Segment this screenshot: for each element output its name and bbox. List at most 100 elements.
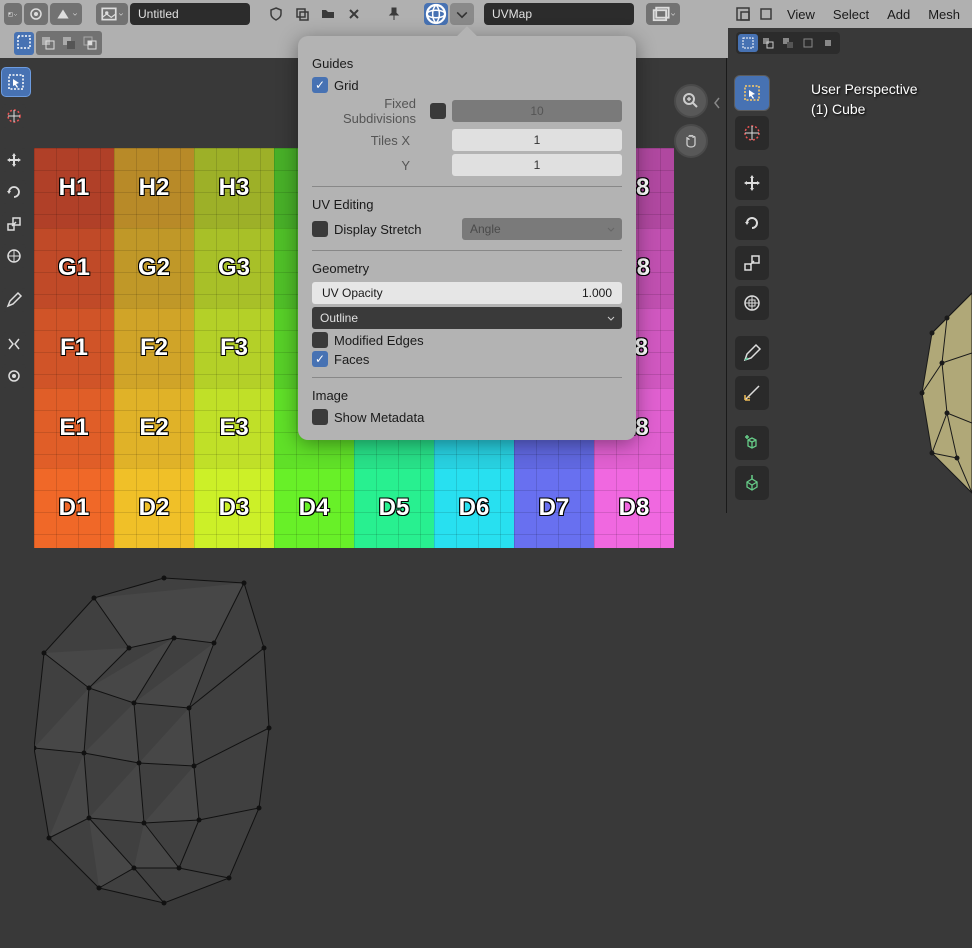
fixed-subdiv-field[interactable]: 10 (452, 100, 622, 122)
tiles-y-field[interactable]: 1 (452, 154, 622, 176)
menu-select[interactable]: Select (825, 7, 877, 22)
tiles-x-label: Tiles X (326, 133, 418, 148)
display-stretch-mode-dropdown[interactable]: Angle (462, 218, 622, 240)
viewport-toolbar (735, 76, 769, 500)
viewport-header: View Select Add Mesh (728, 0, 972, 28)
image-section-title: Image (312, 388, 622, 403)
show-metadata-checkbox[interactable] (312, 409, 328, 425)
select-mode-extend-icon[interactable] (38, 33, 58, 53)
select-mode-alt2-icon[interactable] (778, 34, 798, 52)
uv-cell: G3 (194, 228, 274, 308)
vp-annotate-tool[interactable] (735, 336, 769, 370)
vp-measure-tool[interactable] (735, 376, 769, 410)
image-name-input[interactable]: Untitled (130, 3, 250, 25)
uv-cell: D7 (514, 468, 594, 548)
uv-cell: E2 (114, 388, 194, 468)
rotate-tool[interactable] (2, 180, 26, 204)
uv-opacity-value: 1.000 (582, 286, 612, 300)
uv-cell: F2 (114, 308, 194, 388)
select-mode-intersect-icon[interactable] (80, 33, 100, 53)
display-channels-dropdown[interactable] (450, 3, 474, 25)
panel-chevron-icon[interactable] (712, 88, 722, 118)
vp-scale-tool[interactable] (735, 246, 769, 280)
folder-open-icon[interactable] (316, 3, 340, 25)
outline-dropdown[interactable]: Outline (312, 307, 622, 329)
select-mode-new[interactable] (14, 32, 34, 55)
fixed-subdiv-label: Fixed Subdivisions (326, 96, 424, 126)
sphere-display-icon[interactable] (424, 3, 448, 25)
image-name-text: Untitled (138, 7, 179, 21)
duplicate-icon[interactable] (290, 3, 314, 25)
overlays-popover: Guides ✓ Grid Fixed Subdivisions 10 Tile… (298, 36, 636, 440)
overlays-popover-button[interactable] (646, 3, 680, 25)
zoom-button[interactable] (674, 84, 708, 118)
uv-cell: F1 (34, 308, 114, 388)
uv-cell: D1 (34, 468, 114, 548)
uv-toolbar (2, 68, 30, 388)
menu-view[interactable]: View (779, 7, 823, 22)
uv-cell: D8 (594, 468, 674, 548)
rip-tool[interactable] (2, 332, 26, 356)
uv-opacity-field[interactable]: UV Opacity 1.000 (312, 282, 622, 304)
viewport-editor-icon[interactable] (732, 3, 753, 25)
display-stretch-checkbox[interactable] (312, 221, 328, 237)
uv-cell: H1 (34, 148, 114, 228)
scale-tool[interactable] (2, 212, 26, 236)
faces-checkbox[interactable]: ✓ (312, 351, 328, 367)
shield-icon[interactable] (264, 3, 288, 25)
vp-move-tool[interactable] (735, 166, 769, 200)
3d-viewport-area[interactable]: User Perspective (1) Cube (727, 58, 972, 513)
uv-cell: G2 (114, 228, 194, 308)
transform-tool[interactable] (2, 244, 26, 268)
uv-cell: E3 (194, 388, 274, 468)
viewport-info-text: User Perspective (1) Cube (811, 80, 918, 119)
tiles-y-label: Y (326, 158, 418, 173)
select-mode-alt4-icon[interactable] (818, 34, 838, 52)
viewport-perspective-label: User Perspective (811, 80, 918, 100)
modified-edges-checkbox[interactable] (312, 332, 328, 348)
select-box-tool[interactable] (2, 68, 30, 96)
pin-icon[interactable] (382, 3, 406, 25)
close-button[interactable] (342, 3, 366, 25)
select-mode-alt3-icon[interactable] (798, 34, 818, 52)
vp-add-cube-tool[interactable] (735, 426, 769, 460)
editor-type-dropdown[interactable] (4, 3, 22, 25)
select-mode-subtract-icon[interactable] (59, 33, 79, 53)
vp-extrude-tool[interactable] (735, 466, 769, 500)
show-metadata-label: Show Metadata (334, 410, 424, 425)
vp-transform-tool[interactable] (735, 286, 769, 320)
uv-cell: D5 (354, 468, 434, 548)
fixed-subdiv-checkbox[interactable] (430, 103, 446, 119)
image-dropdown[interactable] (96, 3, 128, 25)
display-stretch-label: Display Stretch (334, 222, 421, 237)
sync-selection-toggle[interactable] (24, 3, 48, 25)
selection-mode-dropdown[interactable] (50, 3, 82, 25)
mesh-select-mode-pill (736, 32, 840, 54)
vp-cursor-tool[interactable] (735, 116, 769, 150)
uv-cell: D4 (274, 468, 354, 548)
vp-select-box-tool[interactable] (735, 76, 769, 110)
grid-checkbox[interactable]: ✓ (312, 77, 328, 93)
pan-button[interactable] (674, 124, 708, 158)
select-mode-alt1-icon[interactable] (758, 34, 778, 52)
uv-editing-section-title: UV Editing (312, 197, 622, 212)
viewport-object-label: (1) Cube (811, 100, 918, 120)
move-tool[interactable] (2, 148, 26, 172)
menu-add[interactable]: Add (879, 7, 918, 22)
viewport-mesh-icon (852, 233, 972, 513)
uvmap-dropdown[interactable]: UVMap (484, 3, 634, 25)
annotate-tool[interactable] (2, 288, 26, 312)
cursor-tool[interactable] (2, 104, 26, 128)
uv-cell: D6 (434, 468, 514, 548)
tiles-x-field[interactable]: 1 (452, 129, 622, 151)
menu-mesh[interactable]: Mesh (920, 7, 968, 22)
select-mode-set-icon[interactable] (738, 34, 758, 52)
grab-tool[interactable] (2, 364, 26, 388)
uv-mesh-overlay (34, 548, 674, 948)
uv-opacity-label: UV Opacity (322, 286, 383, 300)
uv-cell: D2 (114, 468, 194, 548)
guides-section-title: Guides (312, 56, 622, 71)
viewport-mode-icon[interactable] (755, 3, 776, 25)
vp-rotate-tool[interactable] (735, 206, 769, 240)
modified-edges-label: Modified Edges (334, 333, 424, 348)
